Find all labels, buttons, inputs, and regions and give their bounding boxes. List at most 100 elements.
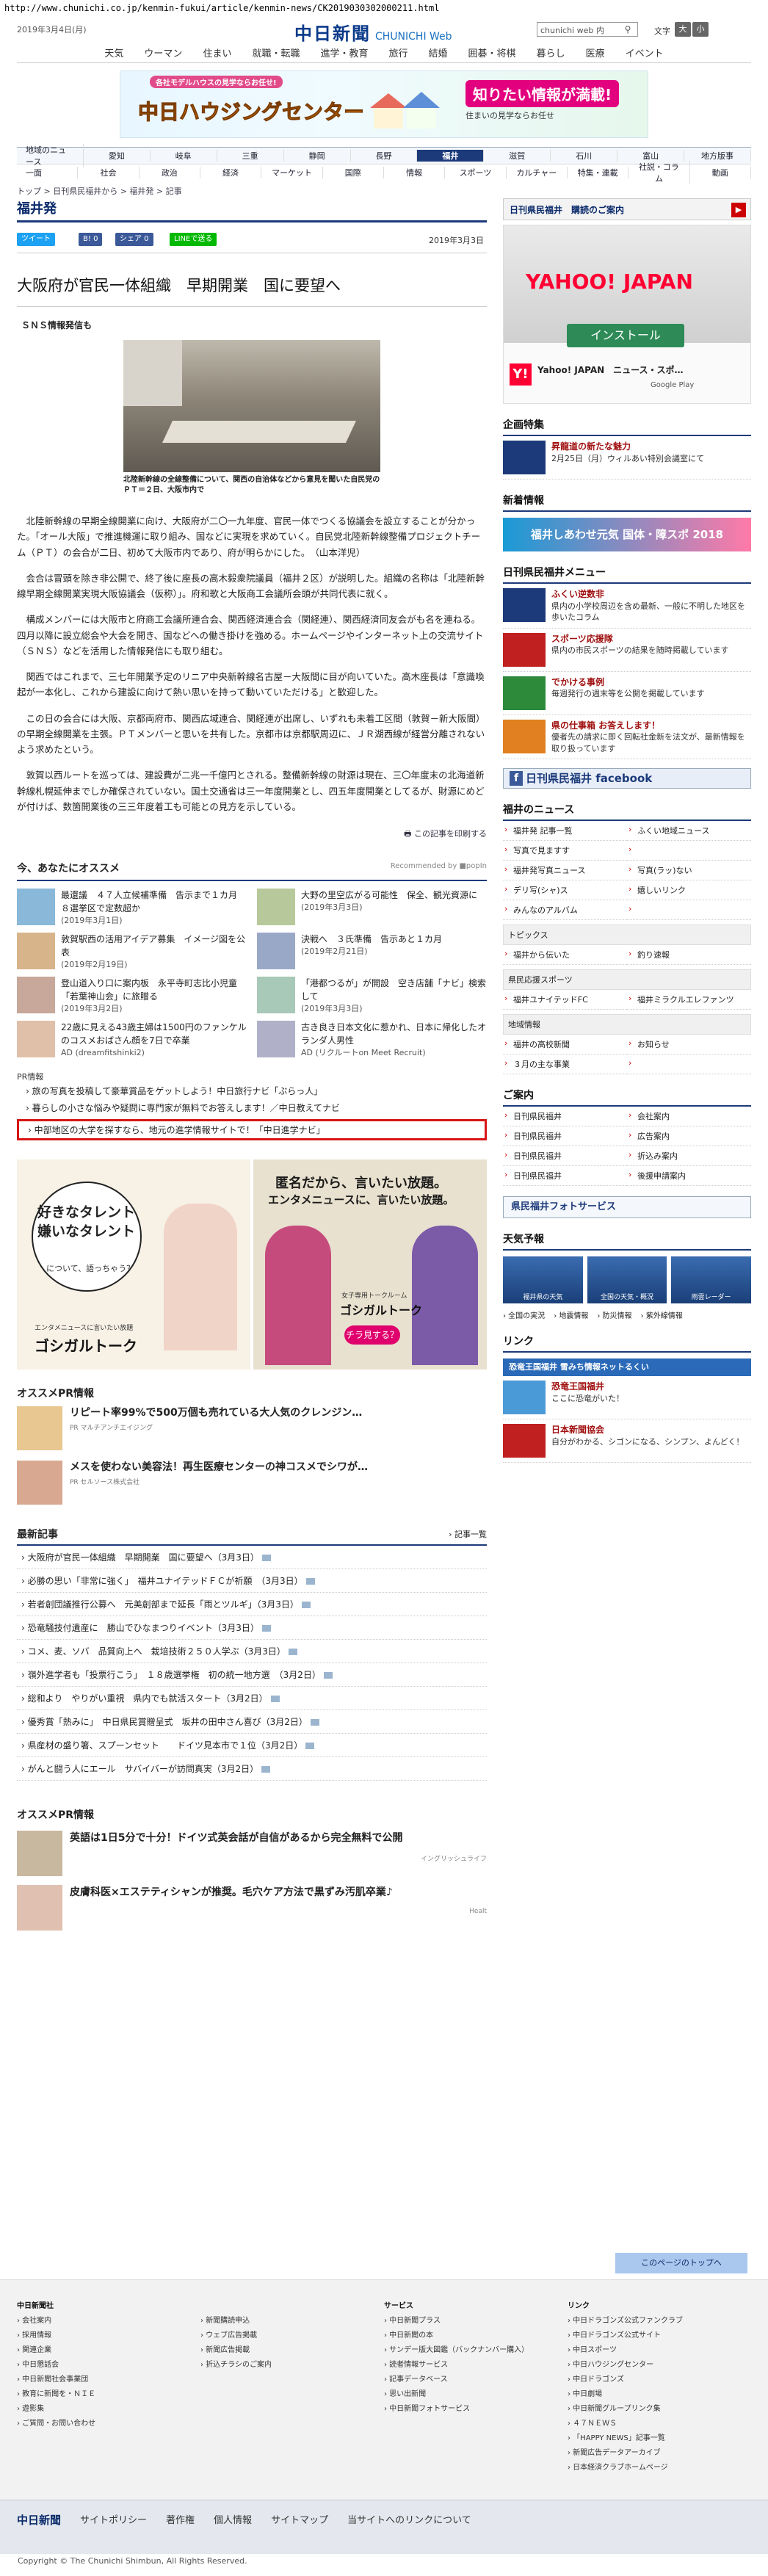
side-link[interactable]: みんなのアルバム bbox=[503, 900, 627, 921]
kikaku-title[interactable]: 昇龍道の新たな魅力 bbox=[551, 441, 704, 453]
region-nav-item[interactable]: 三重 bbox=[217, 150, 284, 162]
category-nav-item[interactable]: 住まい bbox=[192, 41, 242, 62]
facebook-bar[interactable]: 日刊県民福井 facebook bbox=[503, 768, 751, 789]
footer-link[interactable]: › 教育に新聞を・ＮＩＥ bbox=[17, 2387, 200, 2402]
side-link[interactable]: ３月の主な事業 bbox=[503, 1054, 627, 1075]
region-nav-item[interactable]: 静岡 bbox=[284, 150, 351, 162]
side-link[interactable]: 嬉しいリンク bbox=[627, 880, 751, 901]
link-item[interactable]: 日本新聞協会 自分がわかる、シゴンになる、シンプン、よんどく！ bbox=[503, 1419, 751, 1464]
footer-link[interactable]: › 読者情報サービス bbox=[384, 2358, 568, 2373]
weather-link[interactable]: › 紫外線情報 bbox=[641, 1309, 683, 1320]
section-nav-item[interactable]: スポーツ bbox=[445, 166, 507, 178]
footer-link[interactable]: › 新聞購読申込 bbox=[200, 2314, 384, 2329]
side-link[interactable]: 日刊県民福井 bbox=[503, 1107, 627, 1127]
text-size-large-button[interactable]: 大 bbox=[675, 22, 691, 37]
recommend-title[interactable]: 22歳に見える43歳主婦は1500円のファンケルのコスメおばさん顔を7日で卒業 bbox=[61, 1021, 247, 1047]
print-article-link[interactable]: 🖶 この記事を印刷する bbox=[17, 828, 487, 842]
recommend-title[interactable]: 大野の里空広がる可能性 保全、観光資源に bbox=[301, 889, 477, 902]
side-link[interactable]: お知らせ bbox=[627, 1035, 751, 1055]
latest-item[interactable]: › 若者創団議推行公募へ 元美創部まで延長「雨とツルギ」（3月3日） bbox=[17, 1593, 487, 1616]
footer-link[interactable]: › 「HAPPY NEWS」記事一覧 bbox=[568, 2431, 751, 2446]
pr-title[interactable]: 英語は1日5分で十分！ドイツ式英会話が自信があるから完全無料で公開 bbox=[70, 1831, 487, 1846]
latest-item[interactable]: › 必勝の思い「非常に強く」 福井ユナイテッドＦＣが祈願 （3月3日） bbox=[17, 1569, 487, 1593]
recommend-item[interactable]: 敦賀駅西の活用アイデア募集 イメージ図を公表 (2019年2月19日) bbox=[17, 933, 247, 972]
latest-item[interactable]: › 優秀賞「熱みに」 中日県民賞贈呈式 坂井の田中さん喜び（3月2日） bbox=[17, 1710, 487, 1734]
footer-link[interactable]: › 関連企業 bbox=[17, 2343, 200, 2358]
facebook-share-button[interactable]: シェア 0 bbox=[115, 233, 153, 246]
weather-tile[interactable]: 雨雲レーダー bbox=[671, 1256, 752, 1304]
side-link[interactable]: 福井ユナイテッドFC bbox=[503, 990, 627, 1010]
search-icon[interactable]: ⚲ bbox=[623, 24, 633, 35]
footer-link[interactable]: › 折込チラシのご案内 bbox=[200, 2358, 384, 2373]
link-item[interactable]: 恐竜王国福井 ここに恐竜がいた！ bbox=[503, 1376, 751, 1420]
region-nav-item[interactable]: 地方版事 bbox=[684, 150, 751, 162]
footer-nav-link[interactable]: 当サイトへのリンクについて bbox=[347, 2512, 471, 2528]
latest-more-link[interactable]: › 記事一覧 bbox=[449, 1528, 487, 1540]
section-nav-item[interactable]: 社会 bbox=[78, 166, 140, 178]
recommend-item[interactable]: 22歳に見える43歳主婦は1500円のファンケルのコスメおばさん顔を7日で卒業 A… bbox=[17, 1021, 247, 1060]
pr-link[interactable]: › 暮らしの小さな悩みや疑問に専門家が無料でお答えします！／中日教えてナビ bbox=[17, 1099, 487, 1116]
site-logo[interactable]: 中日新聞 CHUNICHI Web bbox=[294, 19, 452, 45]
section-nav-item[interactable]: 情報 bbox=[384, 166, 446, 178]
region-nav-item[interactable]: 岐阜 bbox=[151, 150, 217, 162]
footer-link[interactable]: › 中日新聞グループリンク集 bbox=[568, 2402, 751, 2417]
category-nav-item[interactable]: 天気 bbox=[94, 41, 134, 62]
side-link[interactable]: 会社案内 bbox=[627, 1107, 751, 1127]
menu-title[interactable]: スポーツ応援隊 bbox=[551, 633, 728, 645]
menu-title[interactable]: ふくい逆数非 bbox=[551, 588, 751, 601]
yahoo-app-ad[interactable]: YAHOO! JAPAN インストール Yahoo! JAPAN ニュース・スポ… bbox=[503, 225, 751, 404]
footer-link[interactable]: › 中日ドラゴンズ bbox=[568, 2373, 751, 2387]
pr-link[interactable]: › 旅の写真を投稿して豪華賞品をゲットしよう！中日旅行ナビ「ぶらっ人」 bbox=[17, 1082, 487, 1099]
latest-item[interactable]: › 恐竜騒技付遺産に 勝山でひなまつりイベント（3月3日） bbox=[17, 1616, 487, 1640]
recommend-item[interactable]: 「港都つるが」が開設 空き店舗「ナビ」検索して (2019年3月3日) bbox=[257, 977, 487, 1016]
side-link[interactable]: 福井から伝いた bbox=[503, 945, 627, 966]
latest-item[interactable]: › 嶺外進学者も「投票行こう」 １８歳選挙権 初の統一地方選 （3月2日） bbox=[17, 1663, 487, 1687]
region-nav-item[interactable]: 長野 bbox=[351, 150, 418, 162]
page-top-button[interactable]: このページのトップへ bbox=[615, 2253, 747, 2273]
footer-link[interactable]: › サンデー版大図鑑（バックナンバー購入） bbox=[384, 2343, 568, 2358]
menu-item[interactable]: ふくい逆数非 県内の小学校周辺を含め最新、一般に不明した地区を歩いたコラム bbox=[503, 584, 751, 629]
pr-item[interactable]: リピート率99%で500万個も売れている大人気のクレンジン… PR マルチアンチエ… bbox=[17, 1406, 487, 1450]
side-link[interactable]: 福井ミラクルエレファンツ bbox=[627, 990, 751, 1010]
category-nav-item[interactable]: 暮らし bbox=[526, 41, 576, 62]
photo-service-bar[interactable]: 県民福井フォトサービス bbox=[503, 1196, 751, 1219]
footer-link[interactable]: › 中日新聞フォトサービス bbox=[384, 2402, 568, 2417]
weather-link[interactable]: › 全国の実況 bbox=[503, 1309, 545, 1320]
category-nav-item[interactable]: イベント bbox=[615, 41, 674, 62]
menu-title[interactable]: 県の仕事箱 お答えします！ bbox=[551, 720, 751, 732]
side-link[interactable]: 折込み案内 bbox=[627, 1146, 751, 1167]
pr-link[interactable]: › 中部地区の大学を探すなら、地元の進学情報サイトで！「中日進学ナビ」 bbox=[17, 1119, 487, 1140]
pr-item[interactable]: 英語は1日5分で十分！ドイツ式英会話が自信があるから完全無料で公開 イングリッシュ… bbox=[17, 1831, 487, 1876]
footer-nav-link[interactable]: サイトマップ bbox=[271, 2512, 328, 2528]
section-nav-item[interactable]: 社説・コラム bbox=[628, 160, 690, 184]
recommend-item[interactable]: 古き良き日本文化に惹かれ、日本に帰化したオランダ人男性 AD (リクルートon M… bbox=[257, 1021, 487, 1060]
footer-link[interactable]: › 中日ハウジングセンター bbox=[568, 2358, 751, 2373]
pr-item[interactable]: 皮膚科医×エステティシャンが推奨。毛穴ケア方法で黒ずみ汚肌卒業♪ Healt bbox=[17, 1885, 487, 1931]
region-nav-item[interactable]: 地域のニュース bbox=[17, 144, 84, 167]
region-nav-item[interactable]: 石川 bbox=[551, 150, 618, 162]
side-link[interactable]: 福井発 記事一覧 bbox=[503, 821, 627, 842]
category-nav-item[interactable]: 医療 bbox=[576, 41, 615, 62]
pr-title[interactable]: メスを使わない美容法！再生医療センターの神コスメでシワが… bbox=[70, 1461, 368, 1475]
tweet-button[interactable]: ツイート bbox=[17, 233, 55, 246]
section-nav-item[interactable]: 国際 bbox=[323, 166, 384, 178]
link-title[interactable]: 日本新聞協会 bbox=[551, 1424, 744, 1436]
pr-title[interactable]: リピート率99%で500万個も売れている大人気のクレンジン… bbox=[70, 1406, 362, 1421]
footer-link[interactable]: › 会社案内 bbox=[17, 2314, 200, 2329]
latest-item[interactable]: › 大阪府が官民一体組織 早期開業 国に要望へ（3月3日） bbox=[17, 1546, 487, 1569]
latest-item[interactable]: › がんと闘う人にエール サバイバーが訪問真実（3月2日） bbox=[17, 1757, 487, 1781]
side-link[interactable]: デリ写(シャ)ス bbox=[503, 880, 627, 901]
link-title[interactable]: 恐竜王国福井 bbox=[551, 1381, 624, 1393]
recommend-title[interactable]: 決戦へ ３氏準備 告示あと１カ月 bbox=[301, 933, 442, 946]
recommend-title[interactable]: 古き良き日本文化に惹かれ、日本に帰化したオランダ人男性 bbox=[301, 1021, 487, 1047]
side-link[interactable]: 写真で見ますす bbox=[503, 841, 627, 861]
footer-link[interactable]: › 新聞広告掲載 bbox=[200, 2343, 384, 2358]
recommend-title[interactable]: 「港都つるが」が開設 空き店舗「ナビ」検索して bbox=[301, 977, 487, 1003]
side-link[interactable]: 釣り速報 bbox=[627, 945, 751, 966]
recommend-item[interactable]: 決戦へ ３氏準備 告示あと１カ月 (2019年2月21日) bbox=[257, 933, 487, 972]
recommend-item[interactable]: 登山道入り口に案内板 永平寺町志比小児童「若葉神山会」に旅贈る (2019年3月2… bbox=[17, 977, 247, 1016]
housing-center-banner[interactable]: 各社モデルハウスの見学ならお任せ! 中日ハウジングセンター 知りたい情報が満載!… bbox=[120, 70, 648, 138]
footer-link[interactable]: › 中日ドラゴンズ公式サイト bbox=[568, 2329, 751, 2343]
footer-nav-link[interactable]: サイトポリシー bbox=[80, 2512, 147, 2528]
section-nav-item[interactable]: 特集・連載 bbox=[568, 166, 629, 178]
